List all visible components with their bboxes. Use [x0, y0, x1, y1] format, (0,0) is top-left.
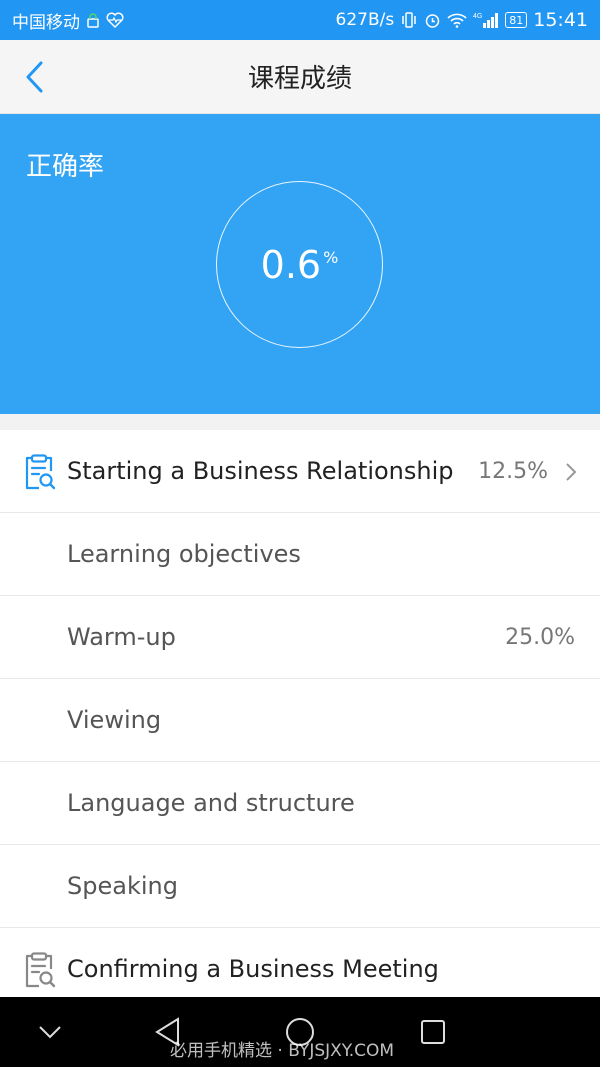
clock: 15:41 [533, 9, 588, 31]
recents-nav-button[interactable] [416, 1017, 450, 1047]
section-row[interactable]: Warm-up 25.0% [0, 596, 600, 679]
status-left: 中国移动 [12, 8, 124, 33]
alarm-icon [424, 12, 441, 29]
section-row[interactable]: Learning objectives [0, 513, 600, 596]
accuracy-panel: 正确率 0.6 % [0, 114, 600, 414]
row-label: Starting a Business Relationship [67, 457, 454, 485]
unit-row[interactable]: Starting a Business Relationship 12.5% [0, 430, 600, 513]
battery-icon: 81 [505, 12, 528, 28]
row-label: Language and structure [67, 789, 355, 817]
row-label: Warm-up [67, 623, 176, 651]
network-type-label: 4G [473, 13, 482, 20]
watermark: 必用手机精选 · BYJSJXY.COM [170, 1041, 395, 1061]
page-title: 课程成绩 [247, 64, 352, 94]
section-row[interactable]: Viewing [0, 679, 600, 762]
clipboard-search-icon [25, 454, 56, 490]
row-score: 25.0% [505, 624, 575, 650]
accuracy-value: 0.6 [260, 242, 322, 287]
heart-pulse-icon [106, 12, 124, 28]
battery-level: 81 [509, 13, 524, 27]
wifi-icon [447, 12, 467, 28]
row-score: 12.5% [478, 458, 548, 484]
section-row[interactable]: Language and structure [0, 762, 600, 845]
net-speed-label: 627B/s [335, 10, 395, 30]
section-row[interactable]: Speaking [0, 845, 600, 928]
status-bar: 中国移动 627B/s 4G 81 15:41 [0, 0, 600, 40]
accuracy-ring: 0.6 % [216, 181, 383, 348]
row-label: Learning objectives [67, 540, 301, 568]
chevron-right-icon [566, 463, 577, 481]
row-label: Confirming a Business Meeting [67, 955, 439, 983]
vibrate-icon [400, 12, 418, 28]
square-recents-icon [421, 1020, 445, 1044]
status-right: 627B/s 4G 81 15:41 [336, 9, 588, 31]
chevron-down-icon [39, 1026, 61, 1039]
back-button[interactable] [18, 58, 50, 96]
signal-icon: 4G [473, 11, 499, 29]
clipboard-search-icon [25, 952, 56, 988]
chevron-left-icon [26, 61, 43, 93]
header: 课程成绩 [0, 40, 600, 114]
carrier-label: 中国移动 [12, 12, 80, 33]
section-divider [0, 414, 600, 430]
row-label: Viewing [67, 706, 162, 734]
hide-nav-button[interactable] [33, 1017, 67, 1047]
lesson-list: Starting a Business Relationship 12.5% Lea… [0, 430, 600, 1011]
lock-icon [86, 12, 100, 28]
accuracy-unit: % [323, 248, 339, 267]
accuracy-label: 正确率 [26, 152, 105, 182]
row-label: Speaking [67, 872, 178, 900]
